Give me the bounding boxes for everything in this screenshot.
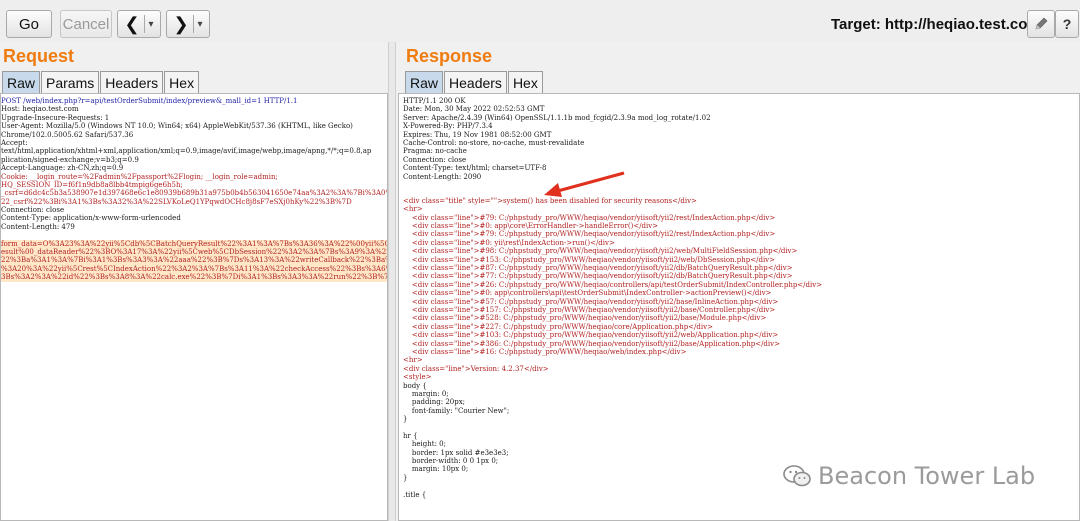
request-lines-line: Content-Type: application/x-www-form-url… — [1, 214, 181, 223]
response-body-line: <div class="line">#98: C:/phpstudy_pro/W… — [403, 247, 798, 256]
response-body-line: <style> — [403, 373, 432, 382]
request-title: Request — [3, 46, 75, 66]
back-button[interactable]: ❮ ▾ — [117, 10, 161, 38]
request-lines-line: Accept-Language: zh-CN,zh;q=0.9 — [1, 164, 124, 173]
response-headers-line: Content-Type: text/html; charset=UTF-8 — [403, 164, 547, 173]
request-lines-line: Content-Length: 479 — [1, 222, 75, 231]
response-body-line: } — [403, 415, 408, 424]
response-body-line: <div class="line">#227: C:/phpstudy_pro/… — [403, 322, 713, 331]
tab-raw[interactable]: Raw — [2, 71, 41, 93]
go-button[interactable]: Go — [6, 10, 52, 38]
response-body-line: <div class="line">#26: C:/phpstudy_pro/W… — [403, 280, 823, 289]
request-lines-line: Chrome/102.0.5005.62 Safari/537.36 — [1, 130, 134, 139]
response-body-line: <div class="line">Version: 4.2.37</div> — [403, 364, 549, 373]
tab-hex[interactable]: Hex — [164, 71, 200, 93]
request-lines-line: plication/signed-exchange;v=b3;q=0.9 — [1, 155, 139, 164]
watermark: Beacon Tower Lab — [782, 462, 1035, 490]
response-body-line: border: 1px solid #e3e3e3; — [403, 448, 509, 457]
response-title: Response — [406, 46, 493, 66]
response-headers-line: Connection: close — [403, 155, 467, 164]
cancel-button[interactable]: Cancel — [60, 10, 112, 38]
response-body-line: <div class="line">#77: C:/phpstudy_pro/W… — [403, 272, 793, 281]
response-body-line: <div class="line">#153: C:/phpstudy_pro/… — [403, 255, 776, 264]
response-headers-line: X-Powered-By: PHP/7.3.4 — [403, 122, 493, 131]
target-label: Target: http://heqiao.test.com — [831, 16, 1041, 33]
response-body-line: <hr> — [403, 205, 423, 214]
response-body-line — [403, 423, 1079, 431]
response-body-line: hr { — [403, 431, 418, 440]
response-headers-line: Pragma: no-cache — [403, 147, 467, 156]
request-lines-line: Cookie: __login_route=%2Fadmin%2Fpasspor… — [1, 172, 278, 181]
response-body-line: <div class="line">#87: C:/phpstudy_pro/W… — [403, 264, 793, 273]
request-lines-line: 22%3Ba%3A1%3A%7Bi%3A1%3Bs%3A3%3A%22aaa%2… — [1, 256, 387, 265]
response-tabs: Raw Headers Hex — [405, 71, 544, 93]
response-body-line: <div class="line">#57: C:/phpstudy_pro/W… — [403, 297, 779, 306]
response-headers-line: HTTP/1.1 200 OK — [403, 97, 466, 105]
response-body-line: <div class="line">#0: yii\rest\IndexActi… — [403, 238, 615, 247]
response-body-line: body { — [403, 381, 427, 390]
request-lines-line: %3A20%3A%22yii%5Crest%5CIndexAction%22%3… — [1, 264, 387, 274]
tab-headers[interactable]: Headers — [444, 71, 507, 93]
response-headers-line: Server: Apache/2.4.39 (Win64) OpenSSL/1.… — [403, 113, 711, 122]
response-body-line: font-family: "Courier New"; — [403, 406, 510, 415]
pane-divider[interactable] — [388, 42, 396, 521]
response-editor[interactable]: HTTP/1.1 200 OK Date: Mon, 30 May 2022 02… — [398, 93, 1080, 521]
help-button[interactable]: ? — [1055, 10, 1079, 38]
response-body-line: <div class="line">#79: C:/phpstudy_pro/W… — [403, 230, 776, 239]
forward-button[interactable]: ❯ ▾ — [166, 10, 210, 38]
response-body-line: <div class="line">#528: C:/phpstudy_pro/… — [403, 314, 767, 323]
response-body-line: <div class="title" style="">system() has… — [403, 196, 697, 205]
response-headers-line: Cache-Control: no-store, no-cache, must-… — [403, 138, 585, 147]
response-headers-line: Content-Length: 2090 — [403, 172, 482, 181]
tab-headers[interactable]: Headers — [100, 71, 164, 93]
chevron-down-icon: ▾ — [148, 18, 154, 30]
response-body-line: <hr> — [403, 356, 423, 365]
response-body-line: <div class="line">#0: app\core\ErrorHand… — [403, 222, 659, 231]
response-body-line: height: 0; — [403, 440, 446, 449]
request-lines-line: _csrf=d6dc4c5b3a538907e1d397468e6c1e8093… — [1, 189, 387, 198]
response-body-line: margin: 0; — [403, 389, 449, 398]
request-lines-line: 22_csrf%22%3Bi%3A1%3Bs%3A32%3A%22SLVKoLe… — [1, 197, 352, 206]
watermark-text: Beacon Tower Lab — [818, 462, 1036, 490]
request-lines-line: 3Bs%3A2%3A%22id%22%3Bs%3A8%3A%22calc.exe… — [1, 273, 388, 282]
response-headers-line: Date: Mon, 30 May 2022 02:52:53 GMT — [403, 105, 545, 114]
chevron-down-icon: ▾ — [197, 18, 203, 30]
go-label: Go — [18, 15, 39, 33]
annotation-arrow-icon — [544, 171, 625, 197]
wechat-icon — [783, 465, 811, 487]
pencil-icon — [1035, 17, 1048, 30]
response-body-line: <div class="line">#16: C:/phpstudy_pro/W… — [403, 347, 687, 356]
request-tabs: Raw Params Headers Hex — [2, 71, 200, 93]
request-lines-line: esult%00_dataReader%22%3BO%3A17%3A%22yii… — [1, 248, 387, 257]
help-icon: ? — [1062, 16, 1072, 32]
chevron-left-icon: ❮ — [124, 14, 140, 34]
response-headers-line: Expires: Thu, 19 Nov 1981 08:52:00 GMT — [403, 130, 552, 139]
request-lines-line: User-Agent: Mozilla/5.0 (Windows NT 10.0… — [1, 122, 353, 131]
toolbar: Go Cancel ❮ ▾ ❯ ▾ Target: http://heqiao.te… — [0, 0, 1080, 42]
response-body-line: <div class="line">#386: C:/phpstudy_pro/… — [403, 339, 780, 348]
tab-hex[interactable]: Hex — [507, 71, 543, 93]
edit-target-button[interactable] — [1027, 10, 1055, 38]
request-lines-line: form_data=O%3A23%3A%22yii%5Cdb%5CBatchQu… — [1, 239, 387, 249]
response-body-line: <div class="line">#157: C:/phpstudy_pro/… — [403, 305, 776, 314]
request-editor[interactable]: POST /web/index.php?r=api/testOrderSubmi… — [0, 93, 388, 521]
cancel-label: Cancel — [62, 15, 110, 33]
request-lines-line: HQ_SESSION_ID=f6f1n9db8a8lbb4tmpig6ge6h5… — [1, 180, 183, 189]
tab-params[interactable]: Params — [41, 71, 100, 93]
response-body-line: <div class="line">#79: C:/phpstudy_pro/W… — [403, 213, 776, 222]
request-lines-line: POST /web/index.php?r=api/testOrderSubmi… — [1, 97, 298, 105]
chevron-right-icon: ❯ — [173, 14, 189, 34]
request-lines-line: Connection: close — [1, 206, 65, 215]
request-lines-line: text/html,application/xhtml+xml,applicat… — [1, 147, 372, 156]
request-lines-line: Host: heqiao.test.com — [1, 105, 79, 114]
response-body-line: padding: 20px; — [403, 398, 466, 407]
tab-raw[interactable]: Raw — [405, 71, 444, 93]
response-body-line: <div class="line">#103: C:/phpstudy_pro/… — [403, 331, 779, 340]
request-lines-line: Accept: — [1, 138, 28, 147]
request-lines-line — [1, 231, 387, 239]
request-lines-line: Upgrade-Insecure-Requests: 1 — [1, 113, 110, 122]
response-body-line: .title { — [403, 490, 427, 499]
response-body-line: <div class="line">#0: app\controllers\ap… — [403, 289, 772, 298]
